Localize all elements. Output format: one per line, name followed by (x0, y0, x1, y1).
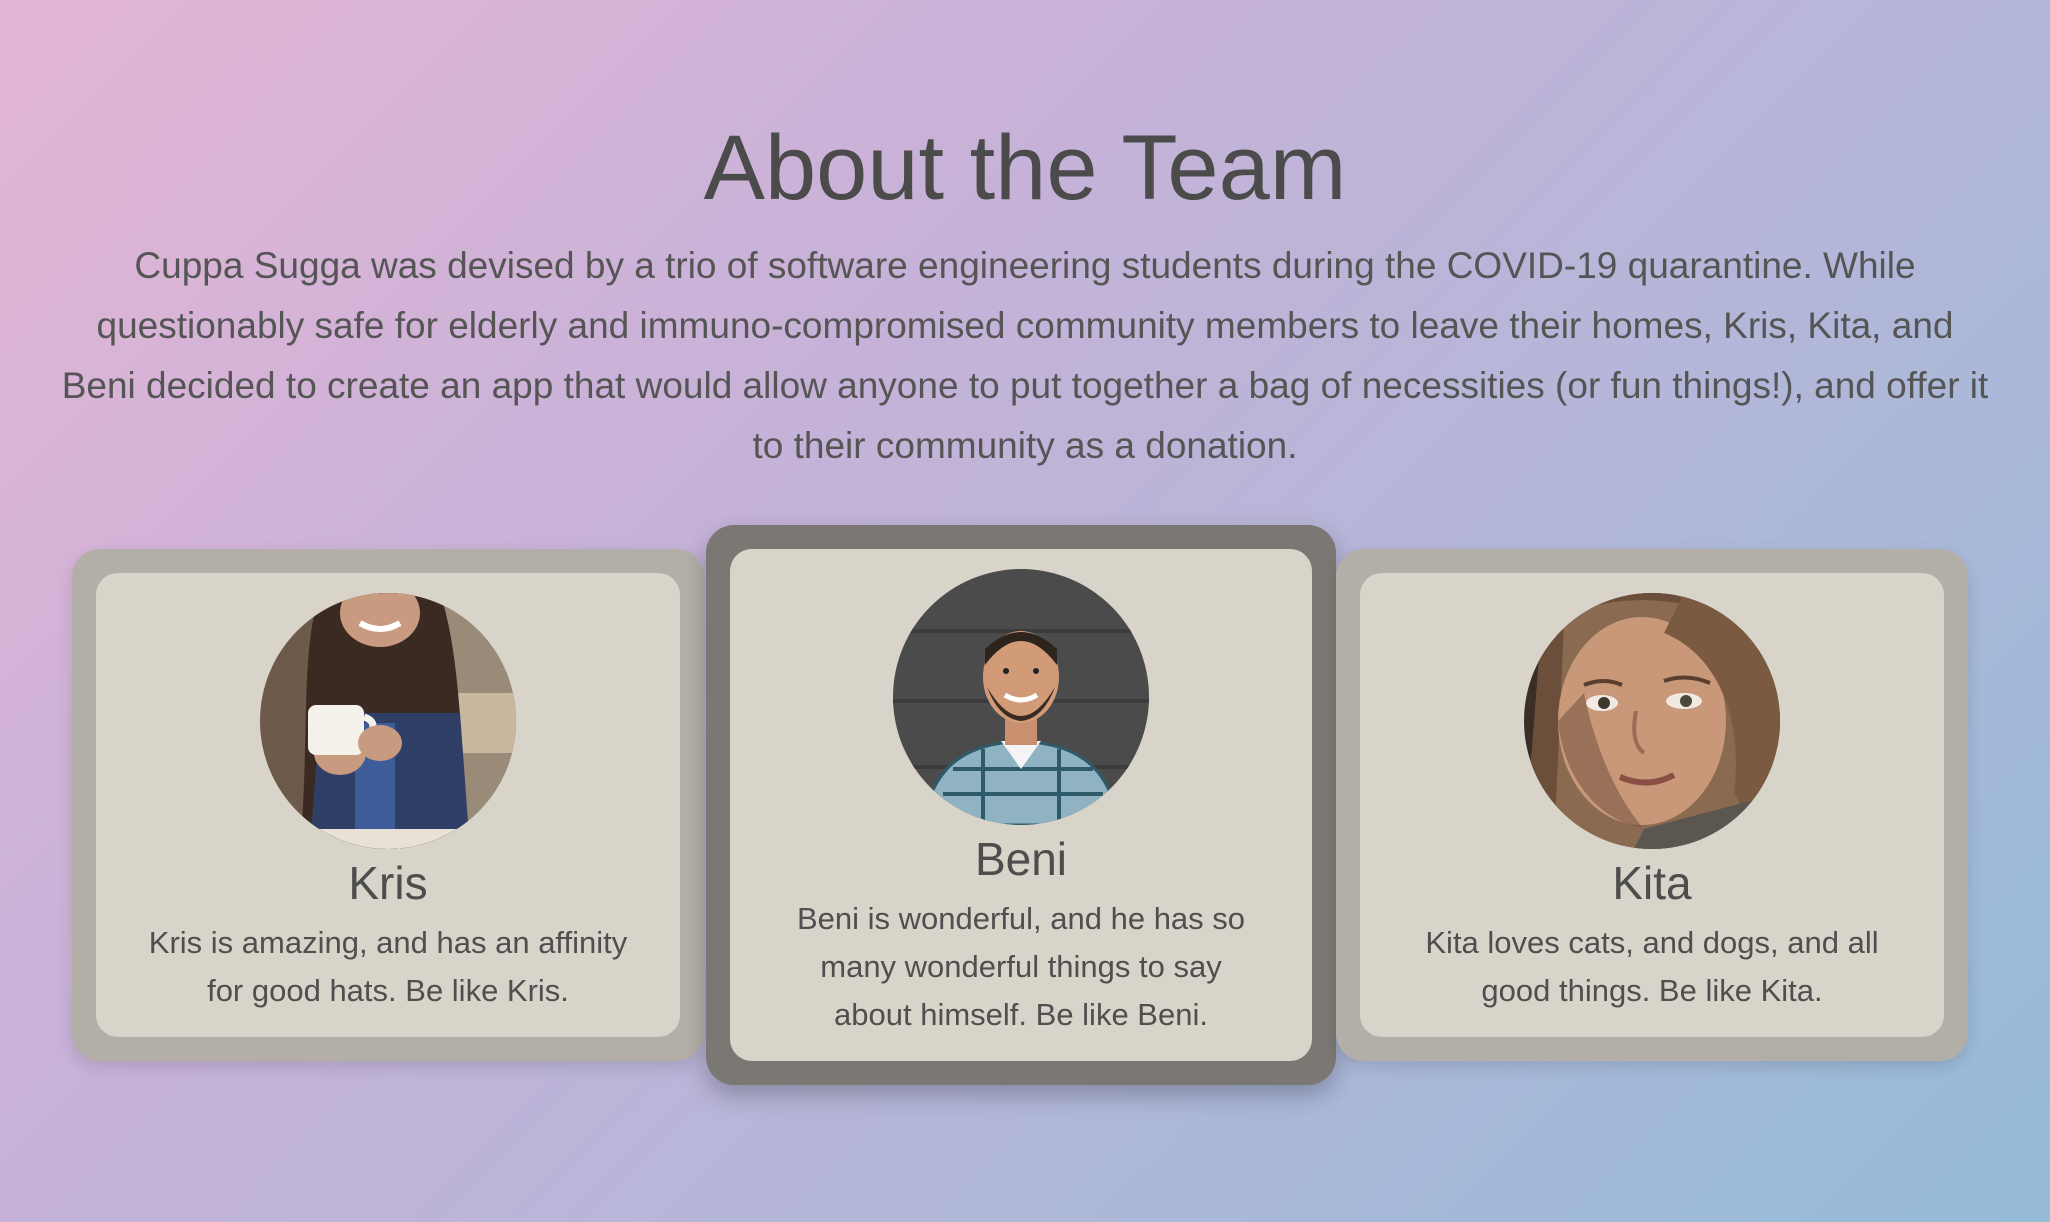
woman-portrait-photo-icon (1524, 593, 1780, 849)
team-card-kris[interactable]: Kris Kris is amazing, and has an affinit… (72, 549, 704, 1061)
team-cards: Kris Kris is amazing, and has an affinit… (72, 525, 1978, 1085)
about-page: About the Team Cuppa Sugga was devised b… (0, 0, 2050, 1222)
page-title: About the Team (703, 117, 1347, 219)
intro-paragraph: Cuppa Sugga was devised by a trio of sof… (61, 245, 1989, 466)
member-name: Kris (348, 857, 428, 909)
avatar-beni (893, 569, 1149, 825)
card-body: Kris Kris is amazing, and has an affinit… (96, 573, 680, 1037)
team-card-beni[interactable]: Beni Beni is wonderful, and he has so ma… (706, 525, 1336, 1085)
avatar-kita (1524, 593, 1780, 849)
person-with-coffee-cup-photo-icon (260, 593, 516, 849)
member-bio: Kris is amazing, and has an affinity for… (148, 925, 628, 1008)
member-name: Kita (1612, 857, 1692, 909)
card-body: Beni Beni is wonderful, and he has so ma… (730, 549, 1312, 1061)
member-bio: Kita loves cats, and dogs, and all good … (1425, 925, 1879, 1008)
member-name: Beni (974, 833, 1068, 885)
card-body: Kita Kita loves cats, and dogs, and all … (1360, 573, 1944, 1037)
member-bio: Beni is wonderful, and he has so many wo… (796, 901, 1246, 1032)
smiling-man-plaid-shirt-photo-icon (893, 569, 1149, 825)
avatar-kris (260, 593, 516, 849)
team-card-kita[interactable]: Kita Kita loves cats, and dogs, and all … (1336, 549, 1968, 1061)
